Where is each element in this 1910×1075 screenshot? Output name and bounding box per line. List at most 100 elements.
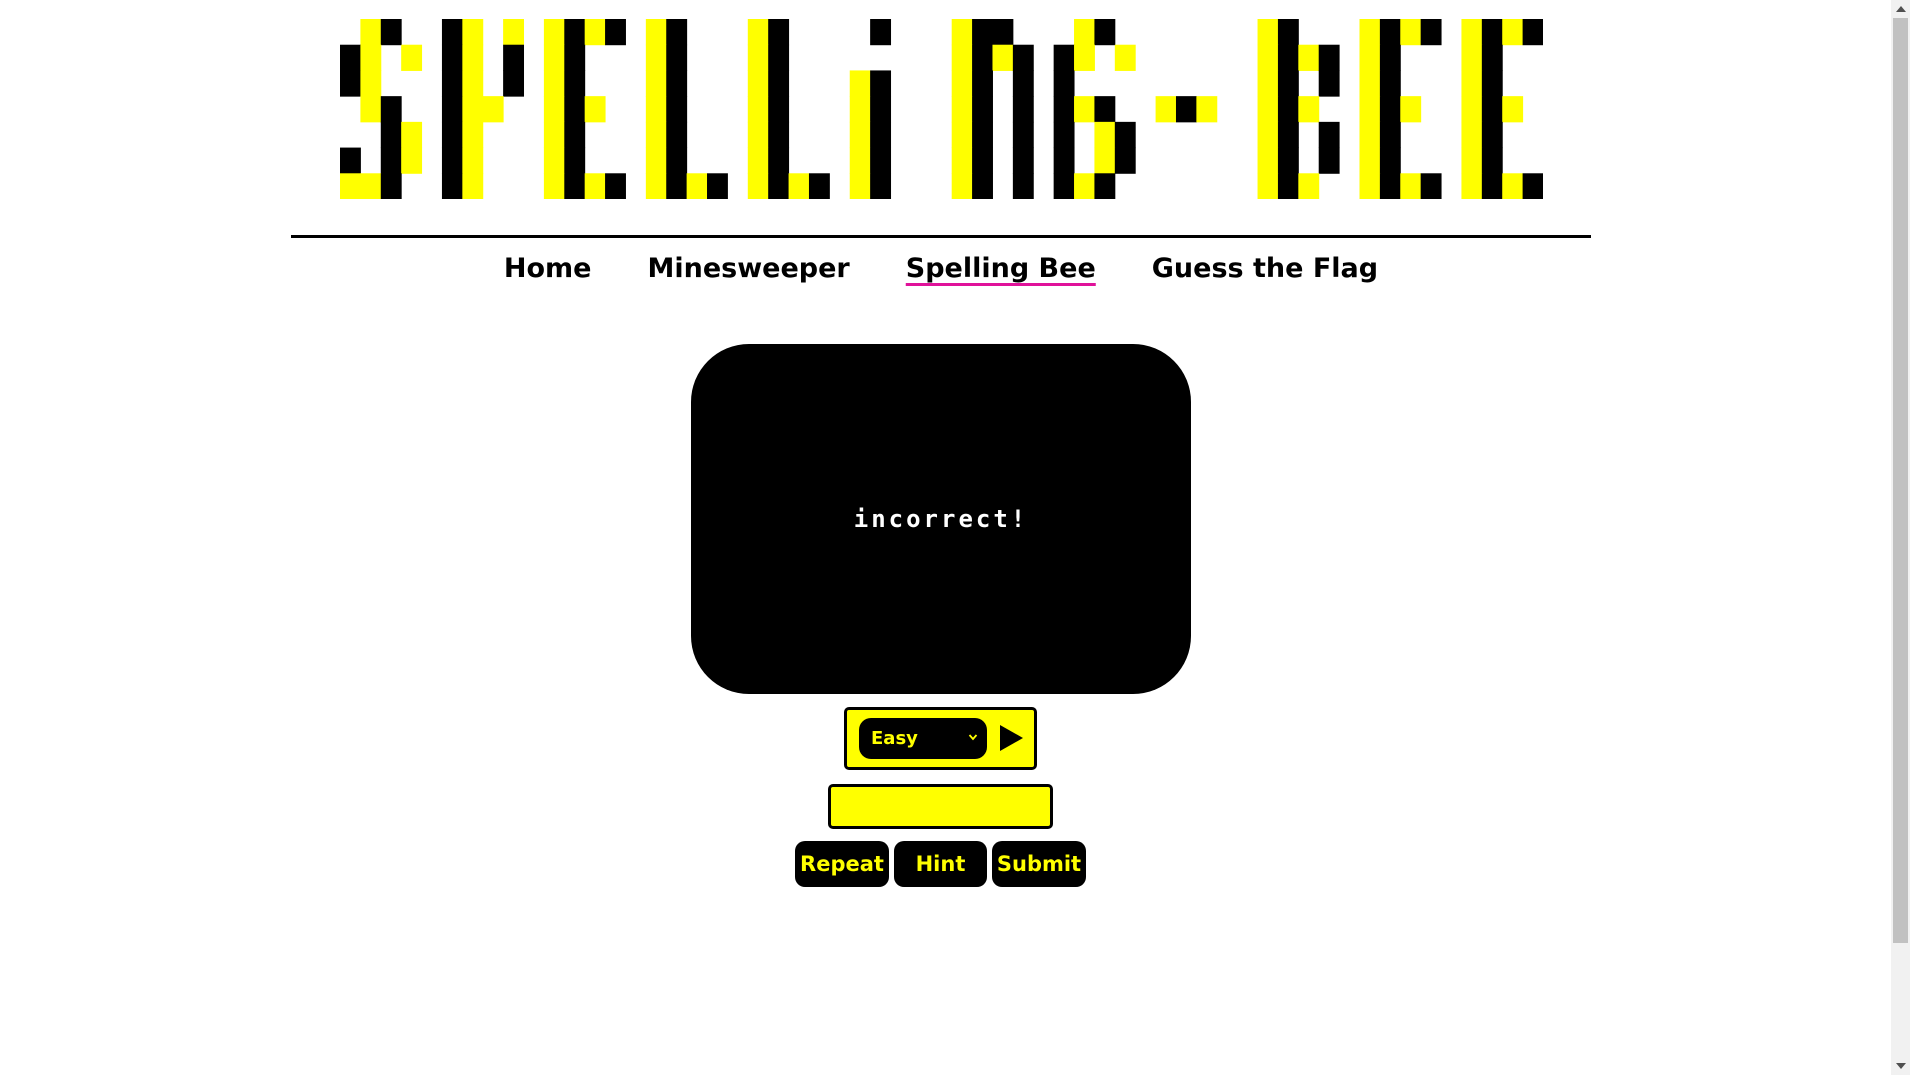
title-pixel [1094,121,1116,149]
difficulty-panel: Easy [844,707,1037,770]
title-pixel [1502,19,1524,46]
title-pixel [380,121,402,149]
title-pixel [768,19,790,46]
title-pixel [1257,70,1279,97]
title-pixel [1074,19,1095,46]
title-pixel [1481,96,1503,123]
page-scrollbar[interactable] [1891,0,1910,1075]
title-pixel [870,19,892,46]
title-pixel [1481,19,1503,46]
title-pixel [380,19,402,46]
title-pixel [1257,121,1279,149]
title-pixel [360,70,382,97]
submit-button[interactable]: Submit [992,841,1086,887]
title-pixel [1461,147,1483,174]
title-pixel [1074,44,1095,71]
title-pixel [1257,173,1279,199]
title-pixel [543,70,565,97]
title-pixel [645,147,667,174]
title-pixel [1257,44,1279,71]
title-pixel [951,147,973,174]
title-pixel [1298,44,1320,71]
title-pixel [1053,147,1075,174]
title-pixel [564,121,586,149]
title-pixel [1461,44,1483,71]
title-pixel [1502,173,1524,199]
title-pixel [666,19,688,46]
title-pixel [401,121,423,149]
hint-button[interactable]: Hint [894,841,987,887]
title-pixel [1318,121,1340,149]
title-pixel [441,121,463,149]
title-pixel [584,173,606,199]
difficulty-select[interactable]: Easy [859,718,987,759]
answer-input[interactable] [828,784,1053,829]
nav-guess-the-flag[interactable]: Guess the Flag [1152,253,1378,284]
title-pixel [543,96,565,123]
title-pixel [441,147,463,174]
repeat-button[interactable]: Repeat [795,841,889,887]
title-pixel [768,147,790,174]
title-pixel [1114,147,1136,174]
title-pixel [768,173,790,199]
title-pixel [441,96,463,123]
title-pixel [1502,96,1524,123]
title-pixel [401,147,423,174]
title-pixel [768,96,790,123]
title-pixel [1053,70,1075,97]
title-pixel [1461,19,1483,46]
title-pixel [605,173,626,199]
title-pixel [564,19,586,46]
title-pixel [1094,147,1116,174]
feedback-message: incorrect! [853,505,1029,533]
title-pixel [543,173,565,199]
title-pixel [462,44,484,71]
title-pixel [503,70,525,97]
title-pixel [951,70,973,97]
title-pixel [1012,121,1034,149]
title-pixel [1318,147,1340,174]
title-pixel [543,44,565,71]
title-pixel [1196,96,1218,123]
scroll-up-arrow-icon[interactable] [1896,6,1906,12]
scroll-down-arrow-icon[interactable] [1896,1063,1906,1069]
title-pixel [340,173,361,199]
title-pixel [1522,173,1543,199]
title-pixel [1277,44,1299,71]
title-pixel [1053,44,1075,71]
title-pixel [645,121,667,149]
title-pixel [870,121,892,149]
title-pixel [564,96,586,123]
title-pixel [1074,173,1095,199]
main-nav: Home Minesweeper Spelling Bee Guess the … [291,246,1591,290]
title-pixel [645,173,667,199]
pixel-title-art [340,19,1543,199]
title-pixel [707,173,728,199]
title-pixel [1012,44,1034,71]
title-pixel [1379,96,1401,123]
title-pixel [1257,19,1279,46]
title-pixel [1400,173,1422,199]
title-pixel [768,44,790,71]
title-pixel [1359,44,1381,71]
title-pixel [1114,44,1136,71]
nav-home[interactable]: Home [504,253,592,284]
title-pixel [1481,44,1503,71]
nav-spelling-bee[interactable]: Spelling Bee [906,253,1096,284]
title-pixel [1277,96,1299,123]
scroll-thumb[interactable] [1893,18,1908,943]
title-pixel [747,147,769,174]
title-pixel [1012,96,1034,123]
game-screen: incorrect! [691,344,1191,694]
title-pixel [1481,121,1503,149]
play-icon[interactable] [996,720,1026,756]
title-pixel [564,70,586,97]
title-pixel [1461,121,1483,149]
title-pixel [380,96,402,123]
title-pixel [951,96,973,123]
title-pixel [1359,96,1381,123]
title-pixel [1012,173,1034,199]
nav-minesweeper[interactable]: Minesweeper [648,253,850,284]
title-pixel [951,173,973,199]
title-pixel [1359,173,1381,199]
